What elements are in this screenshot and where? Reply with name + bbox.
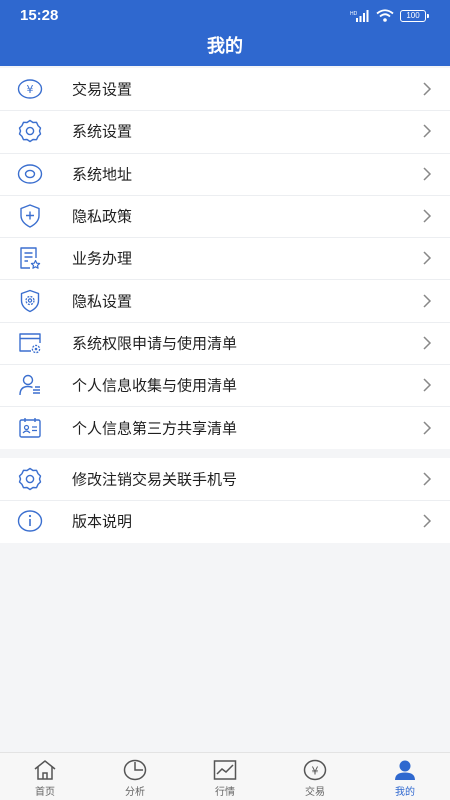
chevron-right-icon — [423, 294, 432, 308]
chevron-right-icon — [423, 378, 432, 392]
tab-label: 我的 — [395, 787, 415, 798]
tab-market[interactable]: 行情 — [180, 753, 270, 800]
tab-home[interactable]: 首页 — [0, 753, 90, 800]
menu-item-label: 隐私政策 — [72, 207, 133, 226]
menu-item-privacy-policy[interactable]: 隐私政策 — [0, 194, 450, 237]
shield-plus-icon — [16, 202, 44, 230]
menu-item-label: 系统地址 — [72, 165, 133, 184]
shield-gear-icon — [16, 287, 44, 315]
svg-text:¥: ¥ — [312, 765, 319, 778]
menu-group-account: 修改注销交易关联手机号 版本说明 — [0, 458, 450, 543]
line-chart-icon — [212, 758, 238, 782]
tab-label: 交易 — [305, 787, 325, 798]
chevron-right-icon — [423, 472, 432, 486]
signal-icon: HD — [350, 9, 369, 22]
gear-icon — [16, 465, 44, 493]
chevron-right-icon — [423, 82, 432, 96]
yuan-circle-icon: ¥ — [16, 75, 44, 103]
status-time: 15:28 — [20, 7, 59, 24]
menu-item-business-handling[interactable]: 业务办理 — [0, 237, 450, 279]
tab-trade[interactable]: ¥ 交易 — [270, 753, 360, 800]
wifi-icon — [376, 9, 394, 22]
chevron-right-icon — [423, 336, 432, 350]
menu-item-privacy-settings[interactable]: 隐私设置 — [0, 279, 450, 321]
chevron-right-icon — [423, 251, 432, 265]
menu-item-label: 修改注销交易关联手机号 — [72, 470, 238, 489]
chevron-right-icon — [423, 420, 432, 435]
tab-analysis[interactable]: 分析 — [90, 753, 180, 800]
svg-text:¥: ¥ — [27, 83, 34, 96]
user-list-icon — [16, 371, 44, 399]
tab-label: 分析 — [125, 787, 145, 798]
tab-mine[interactable]: 我的 — [360, 753, 450, 800]
document-star-icon — [16, 244, 44, 272]
page-title: 我的 — [0, 30, 450, 66]
chevron-right-icon — [423, 514, 432, 528]
pie-chart-icon — [122, 758, 148, 782]
menu-item-label: 版本说明 — [72, 512, 133, 531]
yuan-circle-icon: ¥ — [302, 758, 328, 782]
menu-item-version-notes[interactable]: 版本说明 — [0, 500, 450, 542]
chevron-right-icon — [423, 124, 432, 138]
gear-icon — [16, 117, 44, 145]
tab-label: 行情 — [215, 787, 235, 798]
menu-item-label: 系统设置 — [72, 122, 133, 141]
menu-item-label: 隐私设置 — [72, 292, 133, 311]
battery-indicator: 100 — [400, 9, 429, 22]
menu-item-label: 个人信息第三方共享清单 — [72, 419, 238, 438]
menu-item-permission-list[interactable]: 系统权限申请与使用清单 — [0, 321, 450, 364]
menu-item-label: 交易设置 — [72, 80, 133, 99]
menu-group-settings: ¥ 交易设置 系统设置 系统地址 隐私政策 业务办理 隐私设置 系统权限申请与使… — [0, 68, 450, 449]
menu-item-system-settings[interactable]: 系统设置 — [0, 110, 450, 152]
status-bar: 15:28 HD 100 — [0, 0, 450, 30]
menu-item-trade-settings[interactable]: ¥ 交易设置 — [0, 68, 450, 110]
menu-item-label: 个人信息收集与使用清单 — [72, 376, 238, 395]
chevron-right-icon — [423, 167, 432, 181]
menu-item-label: 系统权限申请与使用清单 — [72, 334, 238, 353]
window-gear-icon — [16, 329, 44, 357]
menu-item-system-address[interactable]: 系统地址 — [0, 152, 450, 195]
id-card-icon — [16, 414, 44, 442]
home-icon — [32, 758, 58, 782]
info-icon — [16, 507, 44, 535]
tab-label: 首页 — [35, 787, 55, 798]
chevron-right-icon — [423, 209, 432, 223]
menu-item-label: 业务办理 — [72, 249, 133, 268]
user-icon — [392, 758, 418, 782]
svg-text:HD: HD — [350, 11, 358, 17]
status-icons: HD 100 — [350, 9, 429, 22]
menu-item-change-phone[interactable]: 修改注销交易关联手机号 — [0, 458, 450, 500]
menu-item-personal-info-collection[interactable]: 个人信息收集与使用清单 — [0, 364, 450, 406]
location-icon — [16, 160, 44, 188]
bottom-tab-bar: 首页 分析 行情 ¥ 交易 我的 — [0, 752, 450, 800]
menu-item-third-party-sharing[interactable]: 个人信息第三方共享清单 — [0, 406, 450, 448]
